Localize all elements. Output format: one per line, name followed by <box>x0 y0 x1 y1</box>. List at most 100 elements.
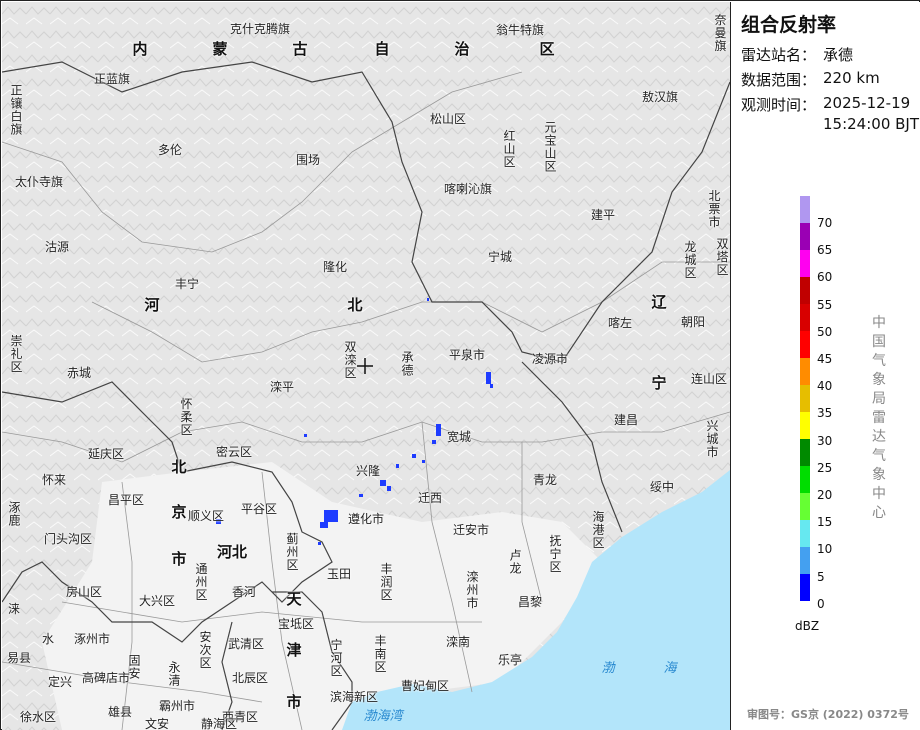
station-row: 雷达站名： 承德 <box>741 44 853 65</box>
place-label: 太仆寺旗 <box>14 175 64 189</box>
place-label: 霸州市 <box>158 699 196 713</box>
legend-tick-label: 65 <box>817 243 833 258</box>
place-label: 雄县 <box>107 705 133 719</box>
place-label: 自 <box>374 40 390 58</box>
place-label: 北辰区 <box>231 671 269 685</box>
legend-tick-label: 30 <box>817 433 833 448</box>
place-label: 连山区 <box>690 372 728 386</box>
place-label: 蒙 <box>212 40 228 58</box>
legend-color-swatch <box>800 277 810 304</box>
station-label: 雷达站名： <box>741 46 817 64</box>
legend-tick-label: 55 <box>817 297 833 312</box>
place-label: 赤城 <box>66 366 92 380</box>
place-label: 龙城区 <box>683 240 697 280</box>
range-row: 数据范围： 220 km <box>741 69 880 90</box>
place-label: 奈曼旗 <box>713 13 727 53</box>
place-label: 曹妃甸区 <box>400 679 450 693</box>
place-label: 内 <box>132 40 148 58</box>
place-label: 怀来 <box>41 473 67 487</box>
place-label: 滦南 <box>445 635 471 649</box>
legend-tick-label: 15 <box>817 515 833 530</box>
place-label: 宝坻区 <box>277 617 315 631</box>
place-label: 治 <box>454 40 470 58</box>
place-label: 房山区 <box>65 585 103 599</box>
echo-patch <box>324 510 338 522</box>
place-label: 定兴 <box>47 675 73 689</box>
place-label: 宁河区 <box>329 638 343 678</box>
place-label: 天 <box>286 590 302 608</box>
place-label: 徐水区 <box>19 710 57 724</box>
place-label: 多伦 <box>157 143 183 157</box>
map-approval-number: 审图号：GS京 (2022) 0372号 <box>747 708 909 721</box>
range-label: 数据范围： <box>741 71 817 89</box>
place-label: 丰宁 <box>174 277 200 291</box>
echo-patch <box>396 464 399 468</box>
place-label: 丰润区 <box>379 562 393 602</box>
place-label: 喀喇沁旗 <box>443 182 493 196</box>
legend-color-swatch <box>800 493 810 520</box>
place-label: 双滦区 <box>343 340 357 380</box>
place-label: 京 <box>171 503 187 521</box>
place-label: 河北 <box>216 543 248 561</box>
place-label: 喀左 <box>607 316 633 330</box>
legend-tick-label: 25 <box>817 460 833 475</box>
place-label: 丰南区 <box>373 634 387 674</box>
echo-patch <box>436 424 441 436</box>
radar-map[interactable]: 克什克腾旗 翁牛特旗 奈曼旗内 蒙 古 自 治 区正蓝旗 正镶白旗 敖汉旗 松山区 元宝山区 红山区 多伦… <box>2 2 730 730</box>
place-label: 正镶白旗 <box>9 84 23 136</box>
time-value: 15:24:00 BJT <box>823 115 920 133</box>
echo-patch <box>320 522 328 528</box>
legend-color-swatch <box>800 385 810 412</box>
place-label: 滦平 <box>269 380 295 394</box>
product-title: 组合反射率 <box>741 14 837 36</box>
place-label: 崇礼区 <box>9 334 23 374</box>
place-label: 古 <box>292 40 308 58</box>
date-value: 2025-12-19 <box>823 94 911 112</box>
place-label: 隆化 <box>322 260 348 274</box>
place-label: 渤海湾 <box>363 709 403 724</box>
place-label: 永清 <box>167 661 181 687</box>
echo-patch <box>359 494 363 497</box>
place-label: 围场 <box>295 153 321 167</box>
place-label: 密云区 <box>215 445 253 459</box>
place-label: 滨海新区 <box>329 690 379 704</box>
legend-color-swatch <box>800 196 810 223</box>
place-label: 卢龙 <box>508 549 522 575</box>
radar-map-window: 克什克腾旗 翁牛特旗 奈曼旗内 蒙 古 自 治 区正蓝旗 正镶白旗 敖汉旗 松山区 元宝山区 红山区 多伦… <box>0 0 920 730</box>
echo-patch <box>486 372 491 384</box>
legend-color-swatch <box>800 331 810 358</box>
place-label: 渤 <box>601 661 615 676</box>
place-label: 玉田 <box>326 567 352 581</box>
place-label: 乐亭 <box>497 653 523 667</box>
place-label: 香河 <box>231 585 257 599</box>
place-label: 昌黎 <box>517 595 543 609</box>
place-label: 市 <box>286 693 302 711</box>
place-label: 兴城市 <box>705 419 719 459</box>
place-label: 双塔区 <box>715 237 729 277</box>
place-label: 翁牛特旗 <box>495 23 545 37</box>
legend-color-swatch <box>800 466 810 493</box>
place-label: 高碑店市 <box>81 671 131 685</box>
place-label: 元宝山区 <box>543 121 557 173</box>
place-label: 涿鹿 <box>7 501 21 527</box>
place-label: 克什克腾旗 <box>229 22 291 36</box>
echo-patch <box>318 542 321 545</box>
legend-color-swatch <box>800 547 810 574</box>
echo-patch <box>422 460 425 463</box>
echo-patch <box>432 440 436 444</box>
place-label: 建昌 <box>613 413 639 427</box>
echo-patch <box>380 480 386 486</box>
legend-tick-label: 70 <box>817 216 833 230</box>
place-label: 沽源 <box>44 240 70 254</box>
legend-color-swatch <box>800 358 810 385</box>
echo-patch <box>387 486 391 491</box>
echo-patch <box>304 434 307 437</box>
place-label: 北票市 <box>707 189 721 229</box>
place-label: 兴隆 <box>355 464 381 478</box>
place-label: 涿州市 <box>73 632 111 646</box>
place-label: 松山区 <box>429 112 467 126</box>
place-label: 怀柔区 <box>179 397 193 437</box>
echo-patch <box>412 454 416 458</box>
place-label: 抚宁区 <box>548 534 562 574</box>
legend-tick-label: 60 <box>817 270 833 285</box>
